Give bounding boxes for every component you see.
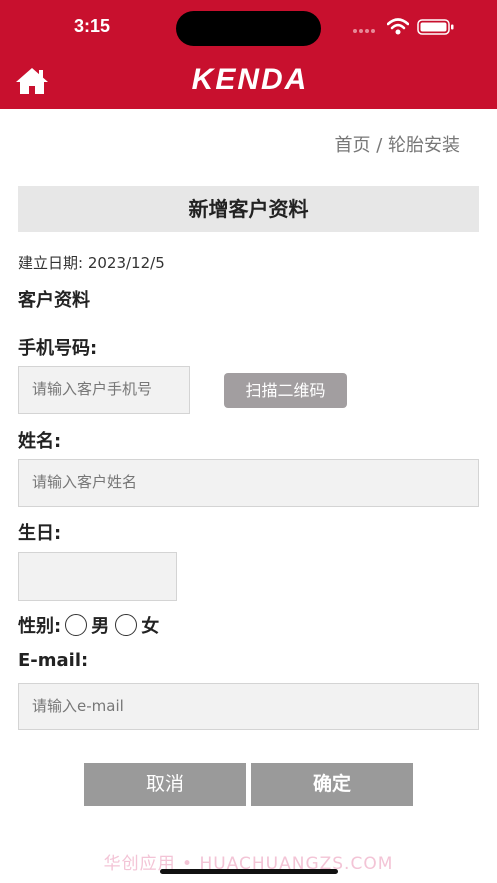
- brand-logo: KENDA: [191, 63, 309, 96]
- email-label: E-mail:: [18, 650, 89, 671]
- home-icon[interactable]: [14, 66, 50, 96]
- email-input[interactable]: 请输入e-mail: [18, 683, 479, 730]
- created-date: 建立日期: 2023/12/5: [18, 254, 165, 272]
- gender-male-radio[interactable]: [65, 614, 88, 636]
- birthday-input[interactable]: [18, 552, 177, 601]
- name-label: 姓名:: [18, 431, 62, 452]
- battery-icon: [417, 19, 454, 35]
- cancel-button[interactable]: 取消: [84, 763, 246, 806]
- breadcrumb[interactable]: 首页 / 轮胎安装: [334, 131, 460, 157]
- scan-qr-button[interactable]: 扫描二维码: [224, 373, 347, 408]
- confirm-button[interactable]: 确定: [251, 763, 413, 806]
- section-title: 客户资料: [18, 290, 90, 311]
- phone-input[interactable]: 请输入客户手机号: [18, 366, 190, 414]
- name-input[interactable]: 请输入客户姓名: [18, 459, 479, 507]
- gender-female-radio[interactable]: [115, 614, 138, 636]
- status-time: 3:15: [74, 16, 111, 36]
- wifi-icon: [387, 18, 409, 35]
- app-header: 3:15 KENDA: [0, 0, 497, 109]
- phone-label: 手机号码:: [18, 338, 98, 359]
- birthday-label: 生日:: [18, 523, 62, 544]
- gender-male-label: 男: [91, 616, 110, 637]
- gender-row: 性别: 男 女: [18, 612, 159, 638]
- page-title: 新增客户资料: [18, 186, 479, 232]
- gender-female-label: 女: [141, 616, 160, 637]
- gender-label: 性别:: [18, 616, 62, 637]
- signal-icon: [353, 29, 375, 33]
- home-indicator[interactable]: [160, 869, 338, 874]
- dynamic-island: [176, 11, 321, 46]
